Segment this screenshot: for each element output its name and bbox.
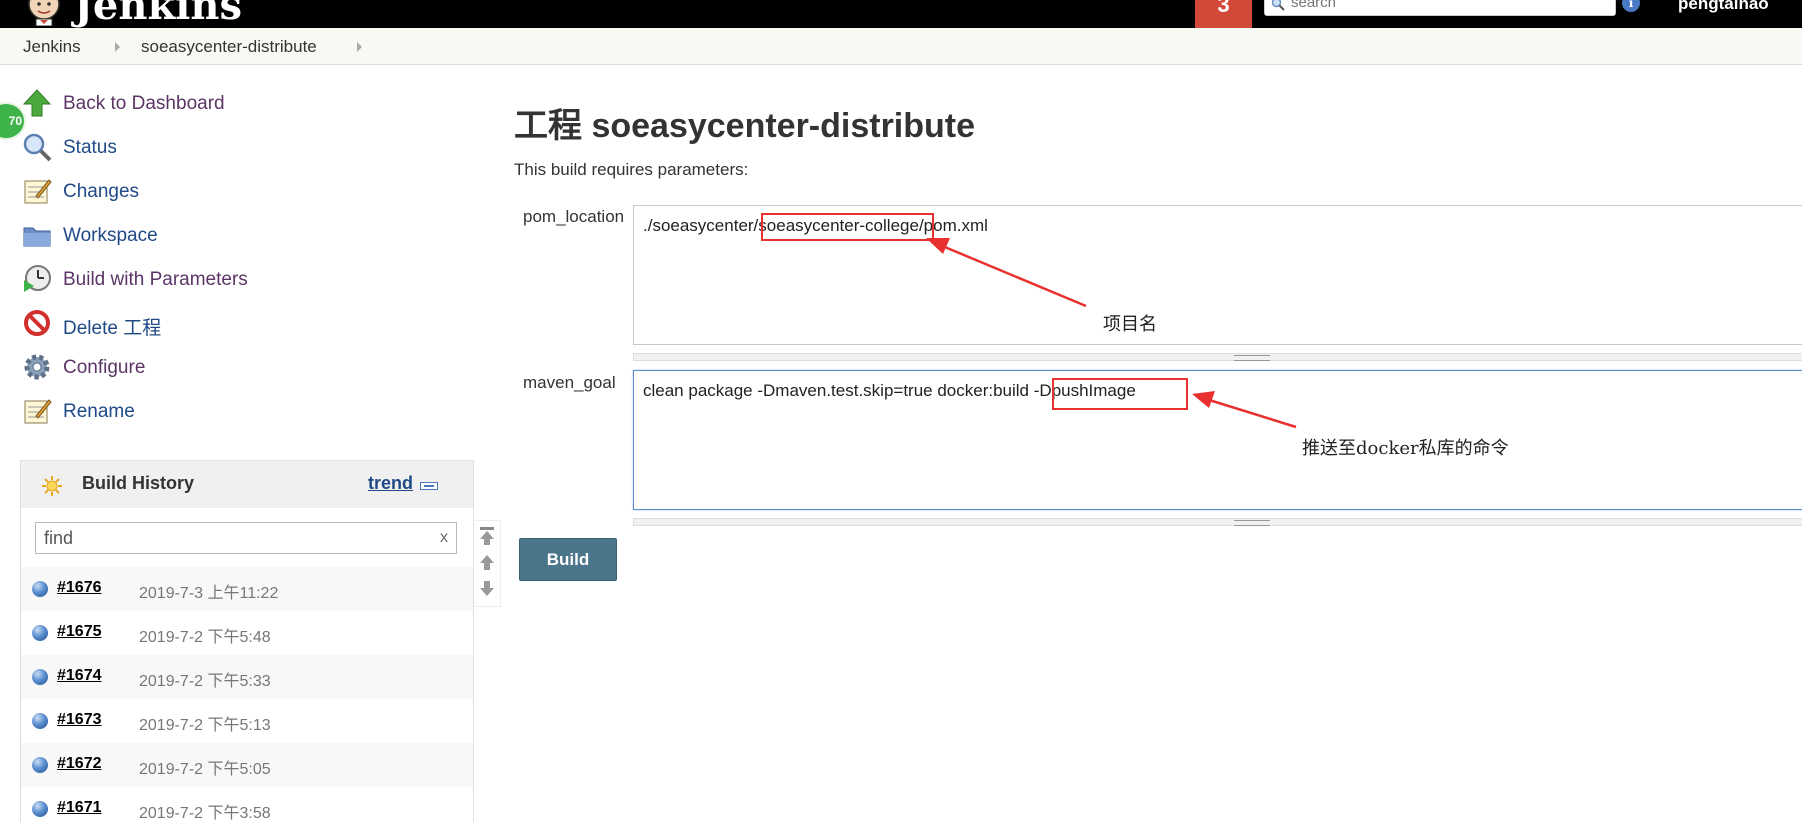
value-prefix: clean package -Dmaven.test.skip=true doc… — [643, 381, 1030, 400]
highlight-box-push-image — [1052, 378, 1188, 410]
clear-filter-icon[interactable]: x — [440, 529, 448, 547]
build-status-ball-icon[interactable] — [32, 669, 48, 685]
page-title: 工程 soeasycenter-distribute — [514, 107, 976, 145]
search-icon — [1271, 0, 1285, 11]
build-date[interactable]: 2019-7-2 下午3:58 — [139, 799, 271, 823]
folder-icon — [23, 227, 51, 247]
grip-icon — [1234, 355, 1270, 361]
build-date[interactable]: 2019-7-2 下午5:13 — [139, 711, 271, 735]
breadcrumb-item-jenkins[interactable]: Jenkins — [23, 37, 81, 57]
build-status-ball-icon[interactable] — [32, 581, 48, 597]
build-number-link[interactable]: #1676 — [57, 579, 102, 597]
annotation-push-command: 推送至docker私库的命令 — [1302, 438, 1509, 459]
build-status-ball-icon[interactable] — [32, 757, 48, 773]
clock-play-icon — [24, 265, 51, 292]
build-number-link[interactable]: #1675 — [57, 623, 102, 641]
help-icon[interactable]: i — [1622, 0, 1640, 12]
build-status-ball-icon[interactable] — [32, 713, 48, 729]
build-history-panel: Build History trend x #1676 2019-7-3 上午11… — [20, 460, 474, 822]
build-history-title: Build History — [82, 473, 195, 493]
param-label-maven-goal: maven_goal — [523, 373, 616, 392]
build-number-link[interactable]: #1673 — [57, 711, 102, 729]
build-date[interactable]: 2019-7-3 上午11:22 — [139, 579, 278, 603]
build-date[interactable]: 2019-7-2 下午5:48 — [139, 623, 271, 647]
build-row: #1674 2019-7-2 下午5:33 — [21, 655, 473, 699]
build-row: #1671 2019-7-2 下午3:58 — [21, 787, 473, 831]
build-row: #1673 2019-7-2 下午5:13 — [21, 699, 473, 743]
build-date[interactable]: 2019-7-2 下午5:05 — [139, 755, 271, 779]
sidebar-item-label[interactable]: Status — [63, 137, 117, 159]
notification-badge[interactable]: 3 — [1195, 0, 1252, 28]
sidebar-item-label[interactable]: Delete 工程 — [63, 313, 161, 340]
page-top-icon[interactable] — [478, 525, 496, 547]
maven-goal-textarea[interactable]: clean package -Dmaven.test.skip=true doc… — [633, 370, 1802, 510]
build-filter-input[interactable] — [44, 527, 424, 549]
build-status-ball-icon[interactable] — [32, 801, 48, 817]
build-date[interactable]: 2019-7-2 下午5:33 — [139, 667, 271, 691]
build-row: #1672 2019-7-2 下午5:05 — [21, 743, 473, 787]
page-down-icon[interactable] — [478, 577, 496, 599]
build-status-ball-icon[interactable] — [32, 625, 48, 641]
build-row: #1675 2019-7-2 下午5:48 — [21, 611, 473, 655]
sidebar-item-label[interactable]: Workspace — [63, 225, 158, 247]
up-arrow-icon — [22, 89, 52, 117]
build-number-link[interactable]: #1674 — [57, 667, 102, 685]
search-input[interactable] — [1291, 0, 1606, 13]
top-header: Jenkins 3 i pengtainao — [0, 0, 1802, 28]
search-box — [1264, 0, 1616, 16]
build-number-link[interactable]: #1671 — [57, 799, 102, 817]
user-name-link[interactable]: pengtainao — [1678, 0, 1769, 14]
requires-parameters-text: This build requires parameters: — [514, 160, 749, 179]
value-prefix: ./soeasycenter/ — [643, 216, 759, 235]
notepad-icon — [24, 179, 52, 204]
breadcrumb-arrow-icon[interactable] — [357, 42, 362, 52]
trend-link[interactable]: trend — [368, 473, 413, 494]
build-row: #1676 2019-7-3 上午11:22 — [21, 567, 473, 611]
sidebar-item-label[interactable]: Changes — [63, 181, 139, 203]
sidebar-item-label[interactable]: Configure — [63, 357, 145, 379]
breadcrumb-item-project[interactable]: soeasycenter-distribute — [141, 37, 317, 57]
param-label-pom-location: pom_location — [523, 207, 625, 226]
resize-handle[interactable] — [633, 353, 1802, 361]
resize-handle[interactable] — [633, 518, 1802, 526]
build-number-link[interactable]: #1672 — [57, 755, 102, 773]
sidebar-item-label[interactable]: Back to Dashboard — [63, 93, 225, 115]
build-button[interactable]: Build — [519, 538, 617, 581]
grip-icon — [1234, 520, 1270, 526]
sun-icon — [42, 476, 62, 496]
notepad-icon — [24, 399, 52, 424]
breadcrumb-arrow-icon[interactable] — [115, 42, 120, 52]
magnifier-icon — [23, 133, 52, 162]
no-entry-icon — [24, 310, 50, 336]
build-filter: x — [35, 522, 457, 554]
build-history-header: Build History trend — [21, 461, 473, 508]
page-up-icon[interactable] — [478, 552, 496, 574]
jenkins-butler-icon — [28, 0, 60, 26]
highlight-box-project-name — [761, 213, 934, 241]
annotation-project-name: 项目名 — [1103, 314, 1157, 335]
logo-text: Jenkins — [74, 0, 242, 28]
sidebar-item-label[interactable]: Build with Parameters — [63, 269, 248, 291]
build-history-pager — [474, 520, 501, 607]
sidebar-item-label[interactable]: Rename — [63, 401, 135, 423]
collapse-icon[interactable] — [420, 482, 438, 490]
gear-icon — [24, 354, 50, 380]
breadcrumb: Jenkins soeasycenter-distribute — [0, 28, 1802, 65]
